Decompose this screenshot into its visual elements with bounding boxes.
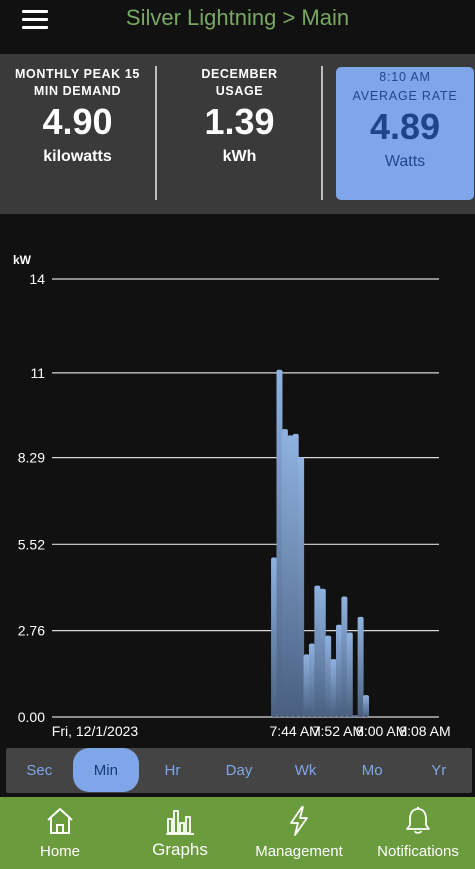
x-tick-label: Fri, 12/1/2023 <box>52 723 139 739</box>
home-icon <box>47 808 73 834</box>
chart-bar[interactable] <box>341 596 348 717</box>
tab-yr[interactable]: Yr <box>405 748 472 793</box>
usage-value: 1.39 <box>204 101 275 142</box>
peak-unit: kilowatts <box>43 148 112 165</box>
rate-unit: Watts <box>384 153 426 170</box>
card-divider <box>321 66 323 200</box>
tab-hr[interactable]: Hr <box>139 748 206 793</box>
bar-chart-icon <box>166 810 194 835</box>
peak-label-line1: MONTHLY PEAK 15 <box>14 67 140 81</box>
chart-bar[interactable] <box>292 433 299 717</box>
top-bar: Silver Lightning > Main <box>0 0 475 54</box>
rate-value: 4.89 <box>369 106 441 147</box>
y-axis-label: kW <box>13 253 32 267</box>
chart-bar[interactable] <box>319 588 326 717</box>
peak-label-line2: MIN DEMAND <box>33 84 122 98</box>
demand-chart[interactable]: kW 14 11 8.29 5.52 2.76 0.00 Fri, 12/1/2023 7:44… <box>0 214 475 748</box>
tab-wk[interactable]: Wk <box>272 748 339 793</box>
peak-value: 4.90 <box>42 101 113 142</box>
nav-home-label: Home <box>39 843 80 860</box>
chart-bar[interactable] <box>363 695 370 717</box>
nav-management-label: Management <box>255 843 343 860</box>
usage-label-line2: USAGE <box>215 84 264 98</box>
nav-notifications[interactable]: Notifications <box>366 797 470 869</box>
nav-management[interactable]: Management <box>246 797 352 869</box>
chart-bar[interactable] <box>271 557 278 717</box>
december-usage-card[interactable]: DECEMBER USAGE 1.39 kWh <box>158 66 321 200</box>
y-tick-label: 2.76 <box>18 623 45 639</box>
nav-graphs-label: Graphs <box>152 840 208 859</box>
chart-bar[interactable] <box>287 435 294 717</box>
chart-bar[interactable] <box>314 585 321 717</box>
y-tick-label: 5.52 <box>18 536 45 552</box>
tab-min[interactable]: Min <box>72 748 140 792</box>
y-tick-label: 14 <box>29 271 45 287</box>
card-divider <box>155 66 157 200</box>
y-tick-label: 11 <box>30 365 45 381</box>
chart-bar[interactable] <box>281 429 288 717</box>
tab-day[interactable]: Day <box>206 748 273 793</box>
chart-bar[interactable] <box>276 369 283 717</box>
chart-bar[interactable] <box>357 616 364 717</box>
chart-bar[interactable] <box>298 457 305 717</box>
chart-bar[interactable] <box>330 659 337 717</box>
rate-label: AVERAGE RATE <box>352 89 458 103</box>
average-rate-card[interactable]: 8:10 AM AVERAGE RATE 4.89 Watts <box>336 67 474 200</box>
y-tick-label: 0.00 <box>18 709 45 725</box>
chart-bar[interactable] <box>308 643 315 717</box>
rate-time-label: 8:10 AM <box>379 70 431 84</box>
chart-canvas: kW 14 11 8.29 5.52 2.76 0.00 Fri, 12/1/2023 7:44… <box>0 214 475 748</box>
chart-bar[interactable] <box>335 624 342 717</box>
usage-label-line1: DECEMBER <box>201 67 278 81</box>
bottom-navigation: Home Graphs Management Notifications <box>0 797 475 869</box>
tab-mo[interactable]: Mo <box>339 748 406 793</box>
chart-bar[interactable] <box>303 654 310 717</box>
x-tick-label: 8:08 AM <box>399 723 450 739</box>
usage-unit: kWh <box>222 148 257 165</box>
chart-bar[interactable] <box>325 635 332 717</box>
lightning-icon <box>290 806 308 836</box>
nav-graphs[interactable]: Graphs <box>134 797 226 869</box>
chart-bar[interactable] <box>346 632 353 717</box>
tab-sec[interactable]: Sec <box>6 748 73 793</box>
page-title: Silver Lightning > Main <box>125 5 350 30</box>
y-tick-label: 8.29 <box>18 450 45 466</box>
chart-bar[interactable] <box>352 715 359 717</box>
nav-notifications-label: Notifications <box>377 843 459 860</box>
monthly-peak-card[interactable]: MONTHLY PEAK 15 MIN DEMAND 4.90 kilowatt… <box>0 66 155 200</box>
bell-icon <box>406 806 430 834</box>
resolution-tabs: Sec Min Hr Day Wk Mo Yr <box>6 748 472 793</box>
chart-svg: kW14118.295.522.760.00Fri, 12/1/2023 7:44… <box>13 253 451 739</box>
nav-home[interactable]: Home <box>14 797 106 869</box>
summary-panel: MONTHLY PEAK 15 MIN DEMAND 4.90 kilowatt… <box>0 54 475 214</box>
